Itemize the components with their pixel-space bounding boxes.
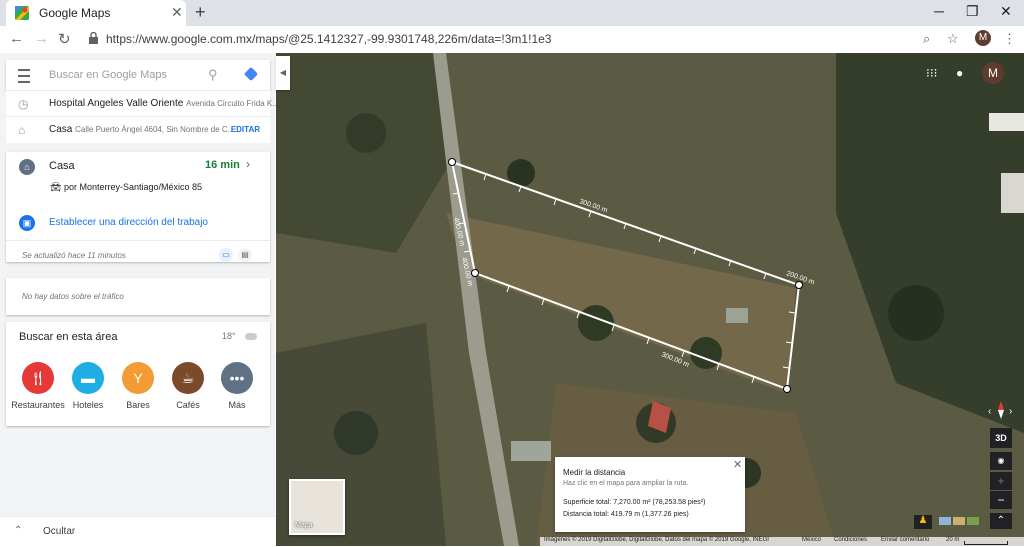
collapse-panel-button[interactable]: ◀ <box>276 56 290 90</box>
updated-text: Se actualizó hace 11 minutos <box>22 251 126 260</box>
forward-icon[interactable]: → <box>34 30 49 47</box>
url-text: https://www.google.com.mx/maps/@25.14123… <box>106 32 552 46</box>
explore-area-card: Buscar en esta área 18° 🍴︎ Restaurantes … <box>6 322 270 426</box>
tab-close-icon[interactable]: ✕ <box>171 4 183 21</box>
address-bar[interactable]: https://www.google.com.mx/maps/@25.14123… <box>84 29 884 49</box>
expand-up-icon[interactable]: ⌃ <box>990 513 1012 529</box>
pegman-icon[interactable]: ♟ <box>914 515 932 529</box>
chevron-right-icon[interactable]: › <box>246 157 250 171</box>
close-icon[interactable]: ✕ <box>733 458 742 471</box>
category-label: Cafés <box>176 400 200 410</box>
new-tab-button[interactable]: + <box>195 2 206 23</box>
tab-title: Google Maps <box>39 6 111 20</box>
minimize-icon[interactable]: ─ <box>934 3 944 19</box>
search-box[interactable]: Buscar en Google Maps ⚲ <box>6 60 270 90</box>
my-location-icon[interactable]: ◉ <box>990 452 1012 470</box>
clock-icon: ◷ <box>18 97 29 111</box>
category-restaurants[interactable]: 🍴︎ Restaurantes <box>10 362 66 410</box>
chevron-up-icon: ⌃ <box>14 525 23 536</box>
home-icon: ⌂ <box>18 123 26 137</box>
bar-icon: Y <box>122 362 154 394</box>
saved-place-casa[interactable]: ⌂ Casa Calle Puerto Ángel 4604, Sin Nomb… <box>6 116 270 143</box>
category-hotels[interactable]: ▬ Hoteles <box>60 362 116 410</box>
traffic-card: No hay datos sobre el tráfico <box>6 278 270 315</box>
saved-place-name: Hospital Angeles Valle Oriente <box>49 98 184 109</box>
feedback-link[interactable]: Enviar comentario <box>881 537 929 543</box>
svg-text:‹: ‹ <box>988 406 991 417</box>
cloud-icon <box>245 333 257 340</box>
directions-icon[interactable] <box>243 66 259 82</box>
temperature: 18° <box>222 331 236 341</box>
hide-panel-button[interactable]: ⌃ Ocultar <box>0 516 275 547</box>
category-label: Restaurantes <box>11 400 65 410</box>
zoom-in-button[interactable]: + <box>990 472 1012 490</box>
category-bars[interactable]: Y Bares <box>110 362 166 410</box>
3d-toggle-button[interactable]: 3D <box>990 428 1012 448</box>
traffic-message: No hay datos sobre el tráfico <box>22 292 124 301</box>
google-maps-favicon <box>15 6 29 20</box>
profile-avatar[interactable]: M <box>975 30 991 46</box>
hotel-icon: ▬ <box>72 362 104 394</box>
saved-place-hospital[interactable]: ◷ Hospital Angeles Valle Oriente Avenida… <box>6 90 279 117</box>
measure-area: Superficie total: 7,270.00 m² (78,253.58… <box>563 499 706 506</box>
notifications-icon[interactable]: ● <box>956 66 963 80</box>
browser-menu-icon[interactable]: ⋮ <box>1003 31 1016 47</box>
svg-text:›: › <box>1009 406 1012 417</box>
scale-bar <box>964 541 1008 545</box>
restaurant-icon: 🍴︎ <box>22 362 54 394</box>
edit-button[interactable]: EDITAR <box>231 125 260 134</box>
commute-route: por Monterrey-Santiago/México 85 <box>64 182 203 192</box>
measure-hint: Haz clic en el mapa para ampliar la ruta… <box>563 480 689 487</box>
search-icon[interactable]: ⚲ <box>208 67 218 83</box>
explore-area-title: Buscar en esta área <box>19 331 118 343</box>
transit-mode-icon[interactable]: ▤ <box>238 248 252 262</box>
lock-icon <box>89 32 98 44</box>
apps-grid-icon[interactable]: ⁝⁝⁝ <box>926 66 937 80</box>
category-label: Más <box>228 400 246 410</box>
category-more[interactable]: ••• Más <box>209 362 265 410</box>
hide-label: Ocultar <box>43 526 76 537</box>
terms-link[interactable]: Condiciones <box>834 537 867 543</box>
commute-duration: 16 min <box>205 159 240 171</box>
measure-distance: Distancia total: 419.79 m (1,377.26 pies… <box>563 511 689 518</box>
back-icon[interactable]: ← <box>9 30 24 47</box>
imagery-attribution: Imágenes © 2019 DigitalGlobe, DigitalGlo… <box>544 537 769 543</box>
window-close-icon[interactable]: ✕ <box>1000 3 1012 20</box>
scale-label[interactable]: 20 m <box>946 537 959 543</box>
cafe-icon: ☕︎ <box>172 362 204 394</box>
set-work-address-link[interactable]: Establecer una dirección del trabajo <box>49 217 208 228</box>
reload-icon[interactable]: ↻ <box>58 30 71 48</box>
hamburger-menu-icon[interactable] <box>18 69 30 83</box>
category-label: Bares <box>126 400 150 410</box>
compass-icon[interactable]: ‹ › <box>988 400 1014 420</box>
category-label: Hoteles <box>72 400 104 410</box>
search-input[interactable]: Buscar en Google Maps <box>49 69 167 81</box>
maximize-icon[interactable]: ❐ <box>966 3 979 20</box>
browser-tab[interactable]: Google Maps ✕ <box>6 0 186 26</box>
briefcase-icon: ▣ <box>19 215 35 231</box>
account-avatar[interactable]: M <box>982 62 1004 84</box>
more-icon: ••• <box>221 362 253 394</box>
measure-title: Medir la distancia <box>563 468 626 477</box>
zoom-icon[interactable]: ⌕ <box>923 31 930 47</box>
commute-card: ⌂ Casa 16 min › 🚘︎ por Monterrey-Santiag… <box>6 152 270 262</box>
saved-place-address: Calle Puerto Ángel 4604, Sin Nombre de C… <box>75 125 235 134</box>
car-mode-icon[interactable]: ▭ <box>219 248 233 262</box>
saved-place-address: Avenida Circuito Frida K... <box>186 99 279 108</box>
layer-label: Mapa <box>295 522 313 529</box>
commute-destination[interactable]: Casa <box>49 160 75 172</box>
car-icon: 🚘︎ <box>50 182 62 192</box>
divider <box>6 240 270 241</box>
map-footer: Imágenes © 2019 DigitalGlobe, DigitalGlo… <box>540 537 1024 546</box>
saved-place-name: Casa <box>49 124 73 135</box>
bookmark-star-icon[interactable]: ☆ <box>947 31 959 47</box>
imagery-thumbnails[interactable] <box>935 515 983 527</box>
home-icon: ⌂ <box>19 159 35 175</box>
category-cafes[interactable]: ☕︎ Cafés <box>160 362 216 410</box>
measure-distance-card: Medir la distancia Haz clic en el mapa p… <box>555 457 745 532</box>
country-link[interactable]: México <box>802 537 821 543</box>
map-layer-toggle[interactable]: Mapa <box>289 479 345 535</box>
zoom-out-button[interactable]: − <box>990 491 1012 509</box>
